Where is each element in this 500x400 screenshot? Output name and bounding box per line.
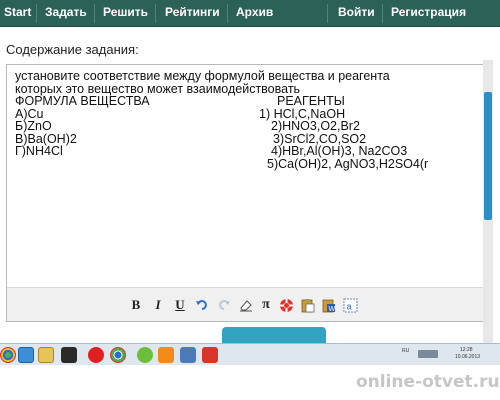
chrome-icon[interactable] [110,347,126,363]
column-header-formula: ФОРМУЛА ВЕЩЕСТВА [15,94,150,108]
reagent-item: 4)HBr,Al(OH)3, Na2CO3 [271,144,408,158]
formula-item: Б)ZnO [15,119,52,133]
tray-date[interactable]: 10.06.2013 [455,354,480,360]
help-lifebuoy-icon[interactable] [277,296,295,314]
opera-icon[interactable] [202,347,218,363]
start-button-icon[interactable] [0,347,16,363]
paste-icon[interactable] [298,296,316,314]
undo-icon[interactable] [193,296,211,314]
editor-line: Г)NH4Cl 4)HBr,Al(OH)3, Na2CO3 [15,145,467,158]
editor-toolbar: B I U π W a [7,287,483,321]
ie-browser-icon[interactable] [18,347,34,363]
tray-time[interactable]: 12:28 [460,347,473,353]
bold-button[interactable]: B [127,296,145,314]
content-label: Содержание задания: [6,42,139,57]
editor-line: установите соответствие между формулой в… [15,70,467,83]
nav-archive[interactable]: Архив [236,0,273,27]
editor-line: Б)ZnO 2)HNO3,O2,Br2 [15,120,467,133]
nav-separator [94,4,95,23]
redo-icon[interactable] [215,296,233,314]
nav-separator [382,4,383,23]
svg-text:a: a [346,301,351,311]
reagent-item: 2)HNO3,O2,Br2 [271,119,360,133]
nav-ratings[interactable]: Рейтинги [165,0,220,27]
watermark: online-otvet.ru [356,372,500,392]
tray-icons[interactable] [418,350,438,358]
nav-register[interactable]: Регистрация [391,0,466,27]
editor-line: 5)Ca(OH)2, AgNO3,H2SO4(r [15,156,467,171]
pi-button[interactable]: π [257,296,275,314]
task-editor[interactable]: установите соответствие между формулой в… [6,64,484,322]
nav-separator [155,4,156,23]
text-format-icon[interactable]: a [341,296,359,314]
nav-ask[interactable]: Задать [45,0,87,27]
top-navbar: Start Задать Решить Рейтинги Архив Войти… [0,0,500,27]
eraser-icon[interactable] [237,296,255,314]
paste-word-icon[interactable]: W [319,296,337,314]
language-indicator[interactable]: RU [402,348,409,354]
italic-button[interactable]: I [149,296,167,314]
nav-separator [227,4,228,23]
nav-separator [327,4,328,23]
messenger-icon[interactable] [137,347,153,363]
editor-line: ФОРМУЛА ВЕЩЕСТВА РЕАГЕНТЫ [15,95,467,108]
nav-login[interactable]: Войти [338,0,375,27]
yandex-icon[interactable] [88,347,104,363]
vk-icon[interactable] [180,347,196,363]
odnoklassniki-icon[interactable] [158,347,174,363]
editor-line: А)Cu 1) HCl,C,NaOH [15,107,467,121]
editor-line-text: установите соответствие между формулой в… [15,70,390,83]
nav-solve[interactable]: Решить [103,0,148,27]
windows-taskbar: RU 12:28 10.06.2013 [0,343,500,365]
column-header-reagents: РЕАГЕНТЫ [277,94,345,108]
reagent-item: 5)Ca(OH)2, AgNO3,H2SO4(r [267,156,429,171]
editor-text-area[interactable]: установите соответствие между формулой в… [15,70,467,286]
underline-button[interactable]: U [171,296,189,314]
media-player-icon[interactable] [61,347,77,363]
formula-item: Г)NH4Cl [15,144,63,158]
page-scrollbar-thumb[interactable] [484,92,492,220]
folder-icon[interactable] [38,347,54,363]
nav-start[interactable]: Start [4,0,31,27]
nav-separator [36,4,37,23]
svg-text:W: W [328,306,335,313]
